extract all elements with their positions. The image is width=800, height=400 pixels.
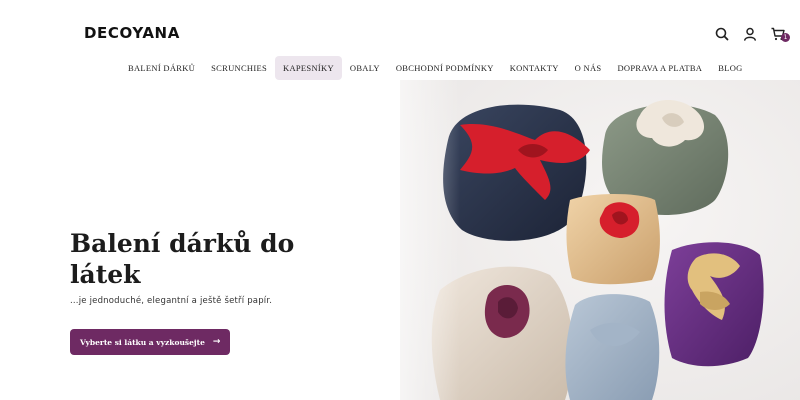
nav-item-obaly[interactable]: OBALY [342,56,388,80]
main-navigation: BALENÍ DÁRKŮ SCRUNCHIES KAPESNÍKY OBALY … [120,56,751,80]
cart-button[interactable]: 1 [770,26,790,42]
search-icon[interactable] [714,26,730,42]
nav-item-kapesniky[interactable]: KAPESNÍKY [275,56,342,80]
hero-image-fade [340,80,460,400]
user-icon[interactable] [742,26,758,42]
cart-count-badge: 1 [781,33,790,42]
brand-logo[interactable]: DECOYANA [84,24,180,42]
nav-item-scrunchies[interactable]: SCRUNCHIES [203,56,275,80]
cta-button[interactable]: Vyberte si látku a vyzkoušejte → [70,329,231,355]
header-actions: 1 [714,26,790,42]
hero-subtitle: ...je jednoduché, elegantní a ještě šetř… [70,296,273,306]
nav-item-blog[interactable]: BLOG [710,56,750,80]
nav-item-o-nas[interactable]: O NÁS [567,56,610,80]
nav-item-doprava-a-platba[interactable]: DOPRAVA A PLATBA [609,56,710,80]
arrow-right-icon: → [212,337,221,347]
nav-item-baleni-darku[interactable]: BALENÍ DÁRKŮ [120,56,203,80]
hero-image [400,80,800,400]
hero-title: Balení dárků do látek [70,229,295,289]
nav-item-obchodni-podminky[interactable]: OBCHODNÍ PODMÍNKY [388,56,502,80]
cta-label: Vyberte si látku a vyzkoušejte [80,337,205,347]
nav-item-kontakty[interactable]: KONTAKTY [502,56,567,80]
